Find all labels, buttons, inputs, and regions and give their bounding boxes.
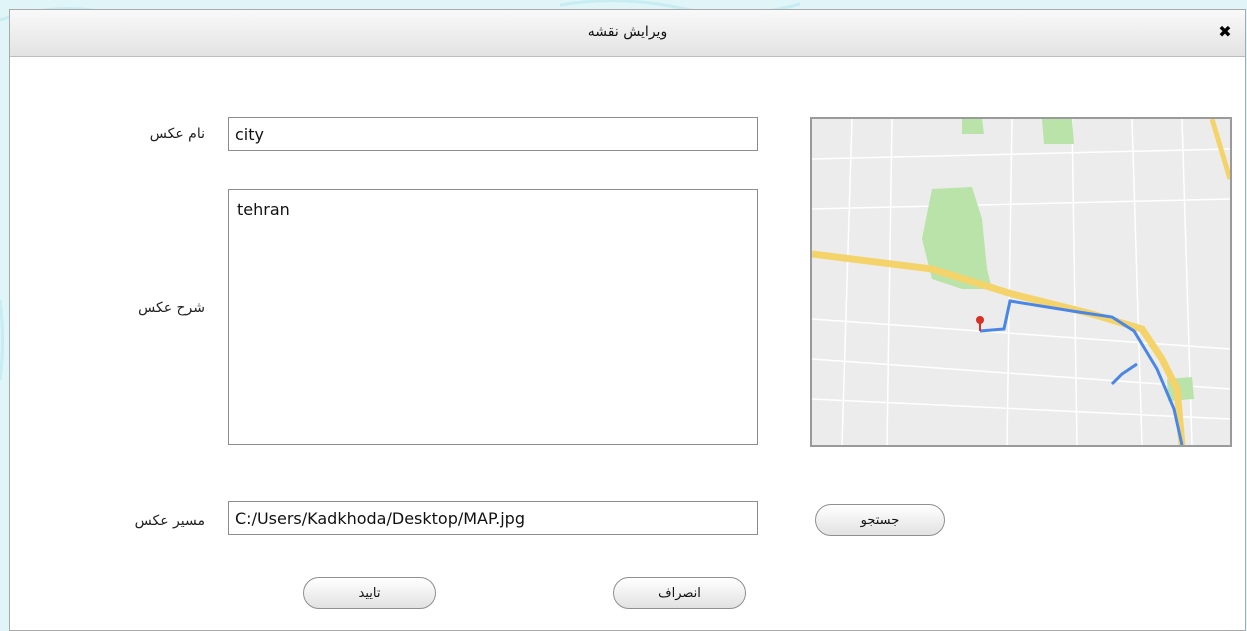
map-image	[812, 119, 1230, 445]
cancel-button[interactable]: انصراف	[613, 577, 746, 609]
image-name-input[interactable]	[228, 117, 758, 151]
close-icon[interactable]: ✖	[1215, 22, 1235, 42]
location-marker	[976, 316, 984, 324]
dialog-title: ویرایش نقشه	[587, 24, 668, 40]
image-path-label: مسیر عکس	[134, 513, 205, 529]
image-description-textarea[interactable]: tehran	[228, 189, 758, 445]
image-path-input[interactable]	[228, 501, 758, 535]
title-bar: ویرایش نقشه ✖	[10, 10, 1245, 57]
edit-map-dialog: ویرایش نقشه ✖ نام عکس شرح عکس tehran	[9, 9, 1246, 631]
image-description-label: شرح عکس	[138, 300, 205, 316]
image-name-label: نام عکس	[149, 126, 205, 142]
map-preview	[810, 117, 1232, 447]
confirm-button[interactable]: تایید	[303, 577, 436, 609]
browse-button[interactable]: جستجو	[815, 504, 945, 536]
